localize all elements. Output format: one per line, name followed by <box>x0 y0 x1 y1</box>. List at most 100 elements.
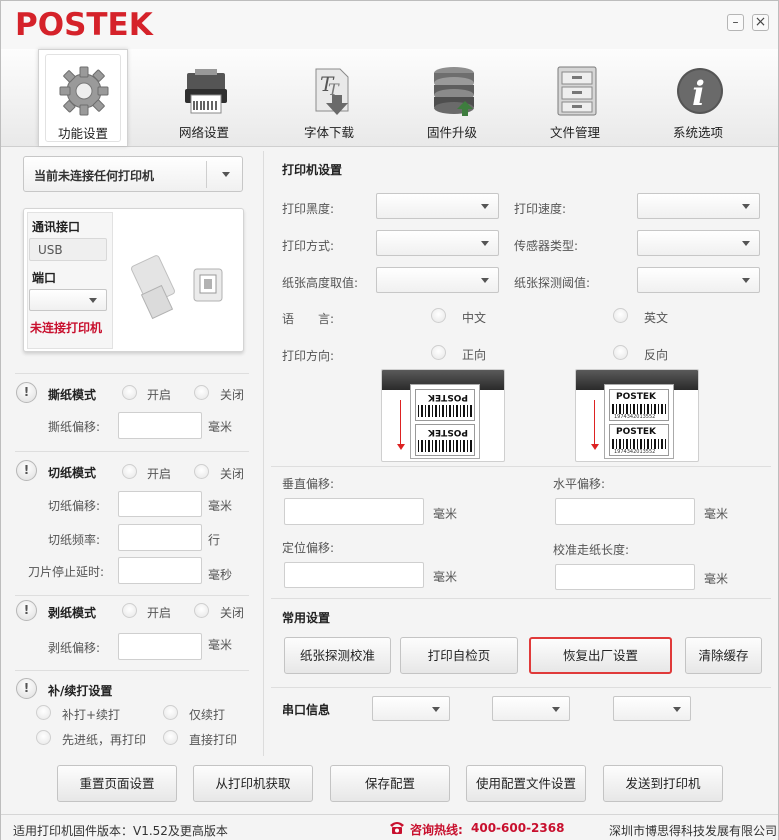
label-brand-text: POSTEK <box>616 427 656 437</box>
tear-off-label: 关闭 <box>220 388 245 402</box>
cut-frequency-unit: 行 <box>208 533 221 547</box>
calibration-length-label: 校准走纸长度: <box>553 543 630 557</box>
peel-offset-unit: 毫米 <box>208 638 233 652</box>
tab-font-download[interactable]: T T 字体下载 <box>284 49 374 145</box>
reprint-opt2-radio[interactable] <box>163 705 178 720</box>
printer-select[interactable]: 当前未连接任何打印机 <box>23 156 243 192</box>
tear-offset-input[interactable] <box>118 412 202 439</box>
lang-en-label: 英文 <box>644 311 669 325</box>
peel-offset-input[interactable] <box>118 633 202 660</box>
paper-calibrate-button[interactable]: 纸张探测校准 <box>284 637 391 674</box>
reprint-opt3-radio[interactable] <box>36 730 51 745</box>
reprint-opt1-label: 补打+续打 <box>62 708 121 722</box>
cut-off-radio[interactable] <box>194 464 209 479</box>
tear-offset-unit: 毫米 <box>208 420 233 434</box>
divider <box>15 373 249 374</box>
dir-reverse-radio[interactable] <box>613 345 628 360</box>
reprint-opt4-radio[interactable] <box>163 730 178 745</box>
darkness-select[interactable] <box>376 193 499 219</box>
blade-delay-input[interactable] <box>118 557 202 584</box>
print-direction-label: 打印方向: <box>282 349 335 363</box>
exclamation-icon: ! <box>16 460 37 481</box>
send-to-printer-button[interactable]: 发送到打印机 <box>603 765 723 802</box>
tab-system-options[interactable]: i 系统选项 <box>653 49 743 145</box>
detect-threshold-label: 纸张探测阈值: <box>514 276 591 290</box>
lang-cn-label: 中文 <box>462 311 487 325</box>
close-button[interactable]: × <box>752 14 769 31</box>
exclamation-icon: ! <box>16 600 37 621</box>
tab-firmware-upgrade[interactable]: 固件升级 <box>407 49 497 145</box>
peel-mode-title: 剥纸模式 <box>48 606 97 620</box>
vertical-offset-input[interactable] <box>284 498 424 525</box>
dir-normal-radio[interactable] <box>431 345 446 360</box>
calibration-length-input[interactable] <box>555 564 695 590</box>
serial-baud-select[interactable] <box>372 696 450 721</box>
detect-threshold-select[interactable] <box>637 267 760 293</box>
cut-offset-unit: 毫米 <box>208 499 233 513</box>
language-label: 语 言: <box>282 312 335 326</box>
divider <box>271 687 771 688</box>
tab-label: 网络设置 <box>178 125 229 140</box>
port-label: 端口 <box>32 271 57 285</box>
chevron-down-icon <box>673 706 681 712</box>
horizontal-offset-unit: 毫米 <box>704 507 729 521</box>
tear-off-radio[interactable] <box>194 385 209 400</box>
tab-label: 文件管理 <box>549 125 600 140</box>
cut-mode-title: 切纸模式 <box>48 466 97 480</box>
printer-icon <box>185 69 227 114</box>
firmware-version-text: 适用打印机固件版本：V1.52及更高版本 <box>13 824 228 838</box>
cut-on-label: 开启 <box>147 467 172 481</box>
chevron-down-icon <box>481 278 489 283</box>
peel-off-radio[interactable] <box>194 603 209 618</box>
use-config-file-button[interactable]: 使用配置文件设置 <box>466 765 586 802</box>
connection-panel: 通讯接口 USB 端口 未连接打印机 <box>23 208 244 352</box>
position-offset-input[interactable] <box>284 562 424 588</box>
serial-info-title: 串口信息 <box>282 703 331 717</box>
cut-offset-input[interactable] <box>118 491 202 517</box>
horizontal-offset-input[interactable] <box>555 498 695 525</box>
reprint-opt4-label: 直接打印 <box>189 733 238 747</box>
svg-text:i: i <box>692 74 705 114</box>
peel-on-radio[interactable] <box>122 603 137 618</box>
serial-stopbits-select[interactable] <box>613 696 691 721</box>
phone-icon <box>390 822 404 834</box>
lang-en-radio[interactable] <box>613 308 628 323</box>
reset-page-button[interactable]: 重置页面设置 <box>57 765 177 802</box>
clear-cache-button[interactable]: 清除缓存 <box>685 637 762 674</box>
tab-file-management[interactable]: 文件管理 <box>530 49 620 145</box>
blade-delay-unit: 毫秒 <box>208 568 233 582</box>
serial-parity-select[interactable] <box>492 696 570 721</box>
cut-frequency-input[interactable] <box>118 524 202 551</box>
label-number-text: 1974342013552 <box>614 449 656 455</box>
hotline-label: 咨询热线: <box>410 823 463 837</box>
tab-label: 功能设置 <box>57 126 108 141</box>
tear-on-label: 开启 <box>147 388 172 402</box>
sensor-type-select[interactable] <box>637 230 760 256</box>
paper-height-select[interactable] <box>376 267 499 293</box>
label-brand-text: POSTEK <box>616 392 656 402</box>
exclamation-icon: ! <box>16 382 37 403</box>
speed-select[interactable] <box>637 193 760 219</box>
company-name: 深圳市博思得科技发展有限公司 <box>609 824 778 838</box>
cut-on-radio[interactable] <box>122 464 137 479</box>
self-test-button[interactable]: 打印自检页 <box>400 637 518 674</box>
position-offset-label: 定位偏移: <box>282 541 335 555</box>
reprint-opt2-label: 仅续打 <box>189 708 226 722</box>
printer-settings-title: 打印机设置 <box>282 163 343 177</box>
tab-network-settings[interactable]: 网络设置 <box>159 49 249 145</box>
tear-on-radio[interactable] <box>122 385 137 400</box>
interface-field: USB <box>29 238 107 261</box>
divider <box>15 670 249 671</box>
fetch-from-printer-button[interactable]: 从打印机获取 <box>193 765 313 802</box>
print-method-select[interactable] <box>376 230 499 256</box>
tab-function-settings[interactable]: 功能设置 <box>38 49 128 146</box>
port-select[interactable] <box>29 289 107 311</box>
minimize-button[interactable]: – <box>727 14 744 31</box>
chevron-down-icon <box>481 204 489 209</box>
save-config-button[interactable]: 保存配置 <box>330 765 450 802</box>
lang-cn-radio[interactable] <box>431 308 446 323</box>
factory-reset-button[interactable]: 恢复出厂设置 <box>529 637 672 674</box>
reverse-direction-image: POSTEK 1974342013552 POSTEK 197434201355… <box>575 369 699 462</box>
reprint-opt1-radio[interactable] <box>36 705 51 720</box>
connection-status: 未连接打印机 <box>30 321 103 335</box>
